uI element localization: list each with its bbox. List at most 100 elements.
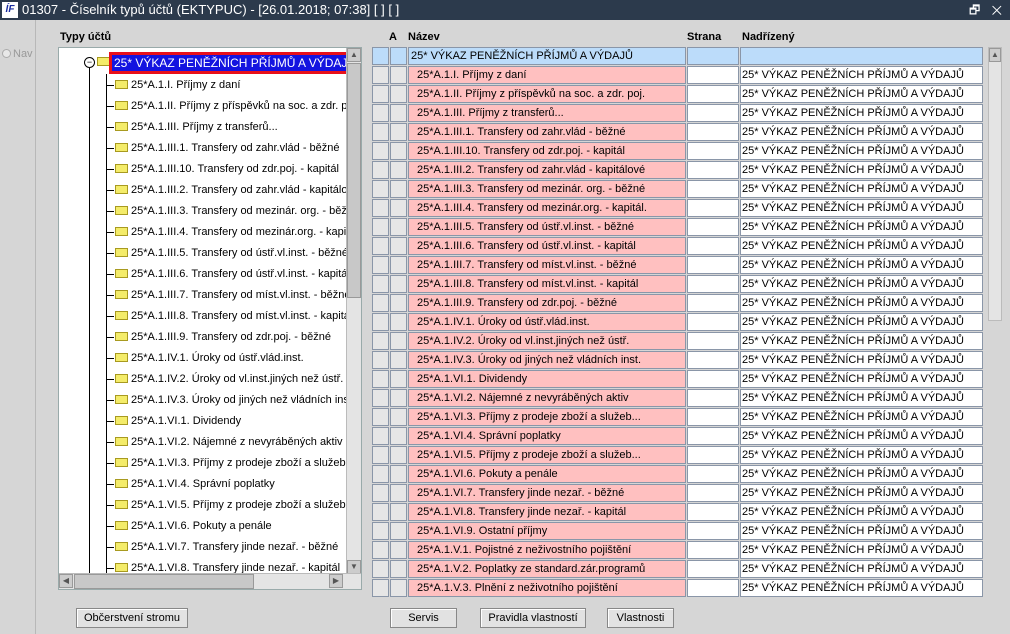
cell-a1[interactable] xyxy=(372,579,389,597)
cell-strana[interactable] xyxy=(687,104,739,122)
tree-node[interactable]: 25*A.1.IV.1. Úroky od ústř.vlád.inst. xyxy=(106,350,304,366)
cell-strana[interactable] xyxy=(687,218,739,236)
scroll-right-icon[interactable]: ▶ xyxy=(329,574,343,588)
cell-name[interactable]: 25*A.1.III.8. Transfery od míst.vl.inst.… xyxy=(408,275,686,293)
cell-name[interactable]: 25*A.1.VI.2. Nájemné z nevyráběných akti… xyxy=(408,389,686,407)
cell-a2[interactable] xyxy=(390,256,407,274)
cell-parent[interactable]: 25* VÝKAZ PENĚŽNÍCH PŘÍJMŮ A VÝDAJŮ xyxy=(740,294,983,312)
nav-radio[interactable]: Nav xyxy=(2,48,33,60)
cell-a2[interactable] xyxy=(390,408,407,426)
cell-a1[interactable] xyxy=(372,522,389,540)
cell-strana[interactable] xyxy=(687,579,739,597)
cell-a2[interactable] xyxy=(390,332,407,350)
cell-name[interactable]: 25*A.1.III.10. Transfery od zdr.poj. - k… xyxy=(408,142,686,160)
cell-parent[interactable]: 25* VÝKAZ PENĚŽNÍCH PŘÍJMŮ A VÝDAJŮ xyxy=(740,351,983,369)
cell-name[interactable]: 25*A.1.IV.3. Úroky od jiných než vládníc… xyxy=(408,351,686,369)
tree-node[interactable]: 25*A.1.VI.7. Transfery jinde nezař. - bě… xyxy=(106,539,338,555)
cell-a1[interactable] xyxy=(372,560,389,578)
cell-parent[interactable]: 25* VÝKAZ PENĚŽNÍCH PŘÍJMŮ A VÝDAJŮ xyxy=(740,313,983,331)
cell-name[interactable]: 25* VÝKAZ PENĚŽNÍCH PŘÍJMŮ A VÝDAJŮ xyxy=(408,47,686,65)
tree-root-selected[interactable]: 25* VÝKAZ PENĚŽNÍCH PŘÍJMŮ A VÝDAJŮ xyxy=(109,52,347,74)
tree-node[interactable]: 25*A.1.VI.6. Pokuty a penále xyxy=(106,518,272,534)
tree-node[interactable]: 25*A.1.III.3. Transfery od mezinár. org.… xyxy=(106,203,347,219)
cell-parent[interactable]: 25* VÝKAZ PENĚŽNÍCH PŘÍJMŮ A VÝDAJŮ xyxy=(740,503,983,521)
cell-strana[interactable] xyxy=(687,85,739,103)
tree-node[interactable]: 25*A.1.III.2. Transfery od zahr.vlád - k… xyxy=(106,182,347,198)
tree-node[interactable]: 25*A.1.I. Příjmy z daní xyxy=(106,77,240,93)
cell-parent[interactable]: 25* VÝKAZ PENĚŽNÍCH PŘÍJMŮ A VÝDAJŮ xyxy=(740,104,983,122)
tree-node[interactable]: 25*A.1.III.9. Transfery od zdr.poj. - bě… xyxy=(106,329,331,345)
cell-a2[interactable] xyxy=(390,465,407,483)
cell-a2[interactable] xyxy=(390,389,407,407)
cell-strana[interactable] xyxy=(687,180,739,198)
cell-a1[interactable] xyxy=(372,66,389,84)
cell-a2[interactable] xyxy=(390,47,407,65)
tree-node[interactable]: 25*A.1.III. Příjmy z transferů... xyxy=(106,119,278,135)
cell-strana[interactable] xyxy=(687,199,739,217)
cell-strana[interactable] xyxy=(687,47,739,65)
scroll-down-icon[interactable]: ▼ xyxy=(347,560,361,574)
cell-strana[interactable] xyxy=(687,541,739,559)
cell-strana[interactable] xyxy=(687,351,739,369)
cell-name[interactable]: 25*A.1.IV.1. Úroky od ústř.vlád.inst. xyxy=(408,313,686,331)
cell-parent[interactable]: 25* VÝKAZ PENĚŽNÍCH PŘÍJMŮ A VÝDAJŮ xyxy=(740,332,983,350)
cell-parent[interactable]: 25* VÝKAZ PENĚŽNÍCH PŘÍJMŮ A VÝDAJŮ xyxy=(740,484,983,502)
cell-a1[interactable] xyxy=(372,465,389,483)
cell-name[interactable]: 25*A.1.VI.1. Dividendy xyxy=(408,370,686,388)
tree-node[interactable]: 25*A.1.VI.1. Dividendy xyxy=(106,413,241,429)
cell-name[interactable]: 25*A.1.III.6. Transfery od ústř.vl.inst.… xyxy=(408,237,686,255)
cell-a2[interactable] xyxy=(390,560,407,578)
cell-strana[interactable] xyxy=(687,313,739,331)
cell-parent[interactable]: 25* VÝKAZ PENĚŽNÍCH PŘÍJMŮ A VÝDAJŮ xyxy=(740,541,983,559)
cell-a1[interactable] xyxy=(372,275,389,293)
cell-a2[interactable] xyxy=(390,294,407,312)
cell-name[interactable]: 25*A.1.I. Příjmy z daní xyxy=(408,66,686,84)
cell-parent[interactable]: 25* VÝKAZ PENĚŽNÍCH PŘÍJMŮ A VÝDAJŮ xyxy=(740,579,983,597)
cell-name[interactable]: 25*A.1.III.4. Transfery od mezinár.org. … xyxy=(408,199,686,217)
cell-a2[interactable] xyxy=(390,313,407,331)
scroll-up-icon[interactable]: ▲ xyxy=(989,48,1001,62)
tree-node[interactable]: 25*A.1.III.7. Transfery od míst.vl.inst.… xyxy=(106,287,347,303)
cell-name[interactable]: 25*A.1.IV.2. Úroky od vl.inst.jiných než… xyxy=(408,332,686,350)
cell-a1[interactable] xyxy=(372,408,389,426)
cell-name[interactable]: 25*A.1.VI.9. Ostatní příjmy xyxy=(408,522,686,540)
tree-node[interactable]: 25*A.1.VI.5. Příjmy z prodeje zboží a sl… xyxy=(106,497,347,513)
scroll-left-icon[interactable]: ◀ xyxy=(59,574,73,588)
cell-a2[interactable] xyxy=(390,503,407,521)
cell-a2[interactable] xyxy=(390,351,407,369)
cell-a2[interactable] xyxy=(390,66,407,84)
property-rules-button[interactable]: Pravidla vlastností xyxy=(480,608,586,628)
cell-a2[interactable] xyxy=(390,123,407,141)
scroll-up-icon[interactable]: ▲ xyxy=(347,48,361,62)
tree-horizontal-scrollbar[interactable]: ◀ ▶ xyxy=(59,573,361,589)
cell-parent[interactable]: 25* VÝKAZ PENĚŽNÍCH PŘÍJMŮ A VÝDAJŮ xyxy=(740,522,983,540)
cell-parent[interactable]: 25* VÝKAZ PENĚŽNÍCH PŘÍJMŮ A VÝDAJŮ xyxy=(740,237,983,255)
cell-strana[interactable] xyxy=(687,123,739,141)
cell-name[interactable]: 25*A.1.III.5. Transfery od ústř.vl.inst.… xyxy=(408,218,686,236)
cell-a2[interactable] xyxy=(390,446,407,464)
tree-node[interactable]: 25*A.1.III.1. Transfery od zahr.vlád - b… xyxy=(106,140,340,156)
cell-a1[interactable] xyxy=(372,161,389,179)
cell-a2[interactable] xyxy=(390,237,407,255)
cell-strana[interactable] xyxy=(687,446,739,464)
cell-strana[interactable] xyxy=(687,484,739,502)
cell-parent[interactable]: 25* VÝKAZ PENĚŽNÍCH PŘÍJMŮ A VÝDAJŮ xyxy=(740,389,983,407)
cell-parent[interactable]: 25* VÝKAZ PENĚŽNÍCH PŘÍJMŮ A VÝDAJŮ xyxy=(740,123,983,141)
cell-parent[interactable]: 25* VÝKAZ PENĚŽNÍCH PŘÍJMŮ A VÝDAJŮ xyxy=(740,275,983,293)
cell-strana[interactable] xyxy=(687,294,739,312)
cell-parent[interactable]: 25* VÝKAZ PENĚŽNÍCH PŘÍJMŮ A VÝDAJŮ xyxy=(740,370,983,388)
cell-a2[interactable] xyxy=(390,541,407,559)
cell-a2[interactable] xyxy=(390,104,407,122)
properties-button[interactable]: Vlastnosti xyxy=(607,608,674,628)
cell-a2[interactable] xyxy=(390,142,407,160)
cell-a1[interactable] xyxy=(372,180,389,198)
cell-parent[interactable] xyxy=(740,47,983,65)
cell-a2[interactable] xyxy=(390,579,407,597)
cell-name[interactable]: 25*A.1.III.3. Transfery od mezinár. org.… xyxy=(408,180,686,198)
tree-node[interactable]: 25*A.1.III.4. Transfery od mezinár.org. … xyxy=(106,224,347,240)
cell-a1[interactable] xyxy=(372,427,389,445)
service-button[interactable]: Servis xyxy=(390,608,457,628)
cell-a1[interactable] xyxy=(372,85,389,103)
h-scroll-thumb[interactable] xyxy=(74,574,254,589)
cell-a1[interactable] xyxy=(372,446,389,464)
